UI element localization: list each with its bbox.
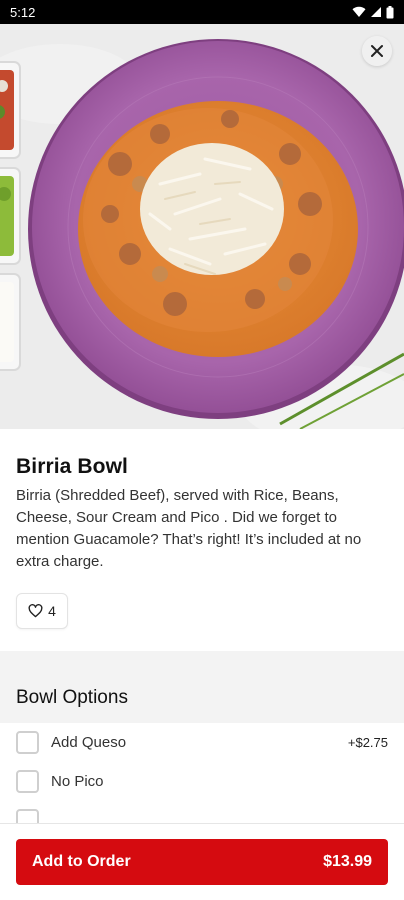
options-list: Add Queso +$2.75 No Pico [0,723,404,823]
option-label: Add Queso [51,734,127,751]
status-bar: 5:12 [0,0,404,24]
option-label: No Pico [51,773,104,790]
add-to-order-button[interactable]: Add to Order $13.99 [16,839,388,885]
like-count: 4 [48,603,56,619]
status-icons [352,5,394,19]
close-button[interactable] [362,36,392,66]
section-divider [0,651,404,673]
item-hero-image [0,24,404,429]
signal-icon [371,7,381,17]
options-title: Bowl Options [16,687,128,708]
food-photo [0,24,404,429]
like-button[interactable]: 4 [16,593,68,629]
status-time: 5:12 [10,4,36,20]
item-details: Birria Bowl Birria (Shredded Beef), serv… [0,429,404,651]
option-no-pico[interactable]: No Pico [0,762,404,801]
checkbox[interactable] [16,770,39,793]
add-to-order-label: Add to Order [32,853,131,870]
option-price: +$2.75 [347,735,388,750]
bottom-bar: Add to Order $13.99 [0,823,404,900]
close-icon [371,45,383,57]
wifi-icon [352,6,366,18]
item-title: Birria Bowl [16,455,128,478]
option-partial[interactable] [0,801,404,823]
battery-icon [386,5,394,18]
heart-icon [28,604,43,618]
order-price: $13.99 [323,853,372,870]
item-description: Birria (Shredded Beef), served with Rice… [16,487,362,570]
checkbox[interactable] [16,731,39,754]
option-add-queso[interactable]: Add Queso +$2.75 [0,723,404,762]
checkbox[interactable] [16,809,39,823]
options-header: Bowl Options [0,673,404,723]
